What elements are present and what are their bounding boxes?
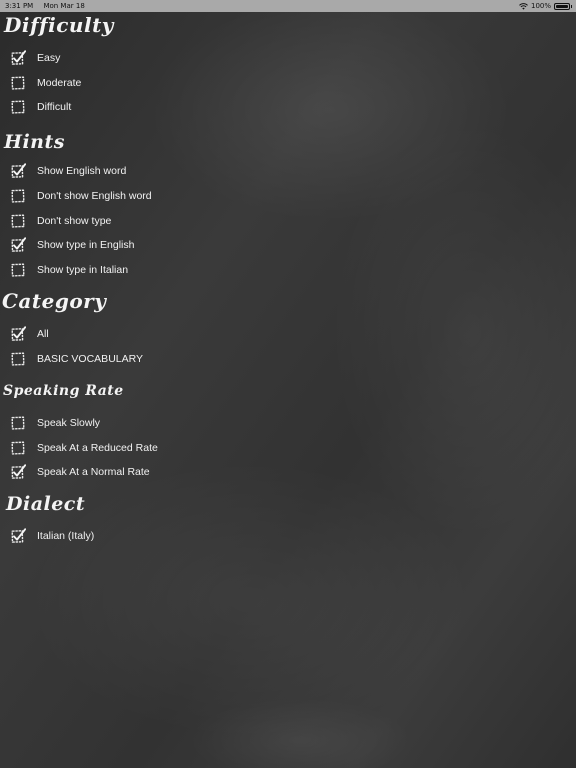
checked-checkbox-icon[interactable]: [10, 50, 26, 66]
option-label: All: [37, 328, 49, 340]
option-label: Don't show English word: [37, 190, 152, 202]
option-label: Speak Slowly: [37, 417, 101, 429]
option-speak-reduced-rate[interactable]: Speak At a Reduced Rate: [10, 439, 158, 457]
unchecked-checkbox-icon[interactable]: [10, 440, 26, 456]
option-dont-show-english-word[interactable]: Don't show English word: [10, 187, 152, 205]
unchecked-checkbox-icon[interactable]: [10, 213, 26, 229]
unchecked-checkbox-icon[interactable]: [10, 99, 26, 115]
section-title-difficulty: Difficulty: [4, 13, 114, 37]
status-right: 100%: [519, 0, 572, 12]
option-speak-normal-rate[interactable]: Speak At a Normal Rate: [10, 463, 150, 481]
status-left: 3:31 PM Mon Mar 18: [5, 0, 93, 12]
option-easy[interactable]: Easy: [10, 49, 60, 67]
wifi-icon: [519, 2, 528, 10]
option-label: Show type in English: [37, 239, 135, 251]
option-label: BASIC VOCABULARY: [37, 353, 144, 365]
option-label: Moderate: [37, 77, 82, 89]
status-time: 3:31 PM: [5, 2, 34, 10]
battery-icon: [554, 2, 572, 10]
option-label: Easy: [37, 52, 61, 64]
checked-checkbox-icon[interactable]: [10, 326, 26, 342]
option-show-type-in-english[interactable]: Show type in English: [10, 236, 134, 254]
option-label: Don't show type: [37, 215, 112, 227]
status-bar: 3:31 PM Mon Mar 18 100%: [0, 0, 576, 12]
option-speak-slowly[interactable]: Speak Slowly: [10, 414, 100, 432]
unchecked-checkbox-icon[interactable]: [10, 415, 26, 431]
option-moderate[interactable]: Moderate: [10, 74, 81, 92]
option-all[interactable]: All: [10, 325, 49, 343]
option-show-english-word[interactable]: Show English word: [10, 162, 126, 180]
unchecked-checkbox-icon[interactable]: [10, 188, 26, 204]
section-title-hints: Hints: [4, 131, 65, 153]
checked-checkbox-icon[interactable]: [10, 163, 26, 179]
option-label: Speak At a Normal Rate: [37, 466, 150, 478]
unchecked-checkbox-icon[interactable]: [10, 75, 26, 91]
option-dont-show-type[interactable]: Don't show type: [10, 212, 111, 230]
checked-checkbox-icon[interactable]: [10, 528, 26, 544]
option-label: Difficult: [37, 101, 72, 113]
option-label: Speak At a Reduced Rate: [37, 442, 158, 454]
option-basic-vocabulary[interactable]: BASIC VOCABULARY: [10, 350, 143, 368]
option-italian-italy[interactable]: Italian (Italy): [10, 527, 94, 545]
option-label: Show English word: [37, 165, 127, 177]
battery-percentage: 100%: [530, 2, 551, 10]
checked-checkbox-icon[interactable]: [10, 237, 26, 253]
section-title-speaking-rate: Speaking Rate: [3, 383, 124, 399]
option-difficult[interactable]: Difficult: [10, 98, 71, 116]
option-label: Show type in Italian: [37, 264, 129, 276]
unchecked-checkbox-icon[interactable]: [10, 351, 26, 367]
status-date: Mon Mar 18: [43, 2, 85, 10]
option-label: Italian (Italy): [37, 530, 95, 542]
section-title-category: Category: [2, 289, 107, 313]
option-show-type-in-italian[interactable]: Show type in Italian: [10, 261, 128, 279]
section-title-dialect: Dialect: [6, 493, 86, 515]
checked-checkbox-icon[interactable]: [10, 464, 26, 480]
unchecked-checkbox-icon[interactable]: [10, 262, 26, 278]
